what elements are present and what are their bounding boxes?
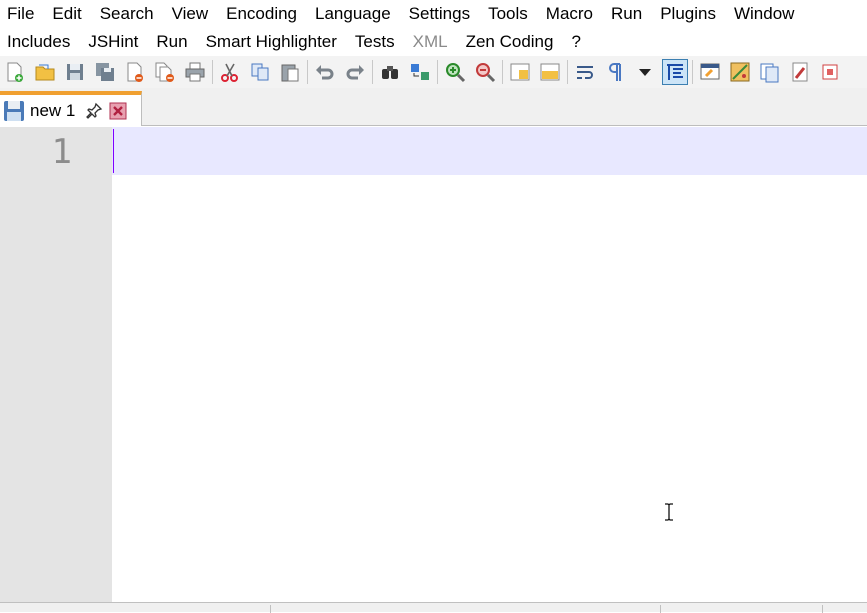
paste-icon[interactable]: [277, 59, 303, 85]
menu-zen-coding[interactable]: Zen Coding: [459, 28, 565, 56]
redo-icon[interactable]: [342, 59, 368, 85]
zoom-in-icon[interactable]: [442, 59, 468, 85]
menu-run-plugin[interactable]: Run: [149, 28, 198, 56]
menu-encoding[interactable]: Encoding: [219, 0, 308, 28]
menu-help[interactable]: ?: [564, 28, 591, 56]
menu-xml: XML: [412, 32, 448, 51]
save-all-icon[interactable]: [92, 59, 118, 85]
menu-run[interactable]: Run: [604, 0, 653, 28]
undo-icon[interactable]: [312, 59, 338, 85]
current-line-highlight: [112, 127, 867, 175]
main-menubar: File Edit Search View Encoding Language …: [0, 0, 867, 28]
user-defined-language-icon[interactable]: [697, 59, 723, 85]
macro-record-icon[interactable]: [787, 59, 813, 85]
sync-vertical-icon[interactable]: [507, 59, 533, 85]
plugins-menubar: Includes JSHint Run Smart Highlighter Te…: [0, 28, 867, 56]
save-icon: [4, 100, 24, 121]
tab-label: new 1: [30, 100, 76, 120]
cut-icon[interactable]: [217, 59, 243, 85]
menu-jshint[interactable]: JSHint: [81, 28, 149, 56]
menu-plugins[interactable]: Plugins: [653, 0, 727, 28]
toolbar-separator: [567, 60, 568, 84]
close-tab-icon[interactable]: [109, 102, 127, 120]
toolbar-separator: [692, 60, 693, 84]
find-icon[interactable]: [377, 59, 403, 85]
menu-window[interactable]: Window: [727, 0, 805, 28]
text-caret: [113, 129, 114, 173]
new-file-icon[interactable]: [2, 59, 28, 85]
indent-guide-icon[interactable]: [662, 59, 688, 85]
menu-file[interactable]: File: [0, 0, 45, 28]
menu-language[interactable]: Language: [308, 0, 402, 28]
word-wrap-icon[interactable]: [572, 59, 598, 85]
menu-smart-highlighter[interactable]: Smart Highlighter: [199, 28, 348, 56]
pin-icon[interactable]: [85, 102, 103, 120]
menu-search[interactable]: Search: [93, 0, 165, 28]
copy-icon[interactable]: [247, 59, 273, 85]
close-all-icon[interactable]: [152, 59, 178, 85]
editor-area[interactable]: 1: [0, 127, 867, 602]
menu-view[interactable]: View: [165, 0, 220, 28]
toolbar: [0, 56, 867, 88]
line-number: 1: [51, 132, 72, 172]
dropdown-arrow-icon[interactable]: [632, 59, 658, 85]
menu-edit[interactable]: Edit: [45, 0, 92, 28]
doc-map-icon[interactable]: [727, 59, 753, 85]
sync-horizontal-icon[interactable]: [537, 59, 563, 85]
menu-includes[interactable]: Includes: [0, 28, 81, 56]
save-icon[interactable]: [62, 59, 88, 85]
open-file-icon[interactable]: [32, 59, 58, 85]
zoom-out-icon[interactable]: [472, 59, 498, 85]
toolbar-separator: [372, 60, 373, 84]
menu-macro[interactable]: Macro: [539, 0, 604, 28]
print-icon[interactable]: [182, 59, 208, 85]
toolbar-separator: [437, 60, 438, 84]
show-all-characters-icon[interactable]: [602, 59, 628, 85]
menu-tools[interactable]: Tools: [481, 0, 539, 28]
tab-new-1[interactable]: new 1: [0, 91, 142, 126]
status-bar: [0, 602, 867, 613]
menu-settings[interactable]: Settings: [402, 0, 481, 28]
macro-stop-icon[interactable]: [817, 59, 843, 85]
tab-bar: new 1: [0, 88, 867, 126]
close-icon[interactable]: [122, 59, 148, 85]
menu-tests[interactable]: Tests: [348, 28, 406, 56]
ibeam-cursor-icon: [665, 503, 673, 521]
toolbar-separator: [212, 60, 213, 84]
function-list-icon[interactable]: [757, 59, 783, 85]
replace-icon[interactable]: [407, 59, 433, 85]
toolbar-separator: [502, 60, 503, 84]
toolbar-separator: [307, 60, 308, 84]
line-number-gutter: 1: [0, 127, 112, 602]
